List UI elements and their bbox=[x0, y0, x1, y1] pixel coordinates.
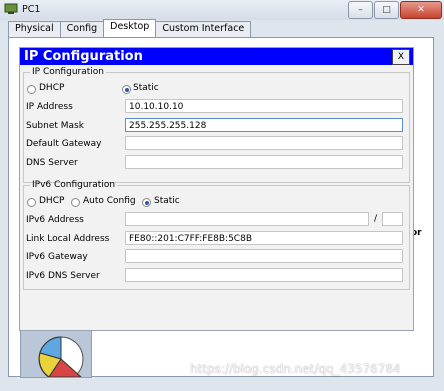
ipv4-static-label: Static bbox=[133, 83, 159, 93]
window-controls: – □ ✕ bbox=[347, 1, 442, 19]
dialog-title: IP Configuration bbox=[24, 49, 143, 64]
dialog-header: IP Configuration X bbox=[20, 48, 413, 65]
ip-address-label: IP Address bbox=[26, 102, 73, 112]
default-gateway-input[interactable] bbox=[125, 136, 403, 150]
background-app-icon[interactable] bbox=[20, 328, 92, 378]
ipv6-group-label: IPv6 Configuration bbox=[32, 180, 116, 190]
tab-bar: Physical Config Desktop Custom Interface bbox=[8, 19, 252, 37]
dns-server-label: DNS Server bbox=[26, 158, 78, 168]
window-titlebar: PC1 – □ ✕ bbox=[0, 0, 444, 20]
ipv4-dhcp-label: DHCP bbox=[39, 83, 65, 93]
tab-physical[interactable]: Physical bbox=[8, 21, 61, 37]
watermark: https://blog.csdn.net/qq_43576784 bbox=[190, 362, 401, 376]
ipv6-gateway-input[interactable] bbox=[125, 249, 403, 263]
prefix-separator: / bbox=[374, 214, 378, 224]
pie-chart-icon bbox=[38, 336, 84, 377]
subnet-mask-label: Subnet Mask bbox=[26, 121, 84, 131]
maximize-button[interactable]: □ bbox=[374, 1, 399, 19]
ipv6-address-input[interactable] bbox=[125, 212, 369, 226]
ip-address-input[interactable]: 10.10.10.10 bbox=[125, 99, 403, 113]
ipv6-auto-config-radio[interactable] bbox=[71, 198, 80, 207]
subnet-mask-input[interactable]: 255.255.255.128 bbox=[125, 118, 403, 132]
ipv6-gateway-label: IPv6 Gateway bbox=[26, 252, 88, 262]
ipv6-dhcp-label: DHCP bbox=[39, 196, 65, 206]
link-local-label: Link Local Address bbox=[26, 234, 110, 244]
dns-server-input[interactable] bbox=[125, 155, 403, 169]
dialog-close-button[interactable]: X bbox=[392, 49, 410, 65]
ipv6-auto-config-label: Auto Config bbox=[83, 196, 136, 206]
ipv6-dns-input[interactable] bbox=[125, 268, 403, 282]
ipv4-dhcp-radio[interactable] bbox=[27, 85, 36, 94]
tab-custom-interface[interactable]: Custom Interface bbox=[155, 21, 252, 37]
ipv4-static-radio[interactable] bbox=[122, 85, 131, 94]
ipv6-static-label: Static bbox=[154, 196, 180, 206]
tab-config[interactable]: Config bbox=[59, 21, 105, 37]
ip-configuration-dialog: IP Configuration X IP Configuration DHCP… bbox=[19, 47, 414, 331]
ipv6-static-radio[interactable] bbox=[142, 198, 151, 207]
ipv6-dns-label: IPv6 DNS Server bbox=[26, 271, 100, 281]
minimize-button[interactable]: – bbox=[348, 1, 373, 19]
default-gateway-label: Default Gateway bbox=[26, 139, 102, 149]
ipv6-dhcp-radio[interactable] bbox=[27, 198, 36, 207]
tab-desktop[interactable]: Desktop bbox=[103, 19, 157, 37]
pc-app-icon bbox=[4, 3, 18, 14]
window-close-button[interactable]: ✕ bbox=[400, 1, 442, 19]
window-title: PC1 bbox=[22, 4, 41, 15]
link-local-input[interactable]: FE80::201:C7FF:FE8B:5C8B bbox=[125, 231, 403, 245]
ipv6-address-label: IPv6 Address bbox=[26, 215, 84, 225]
ipv4-group-label: IP Configuration bbox=[32, 67, 104, 77]
ipv6-prefix-input[interactable] bbox=[382, 212, 403, 226]
